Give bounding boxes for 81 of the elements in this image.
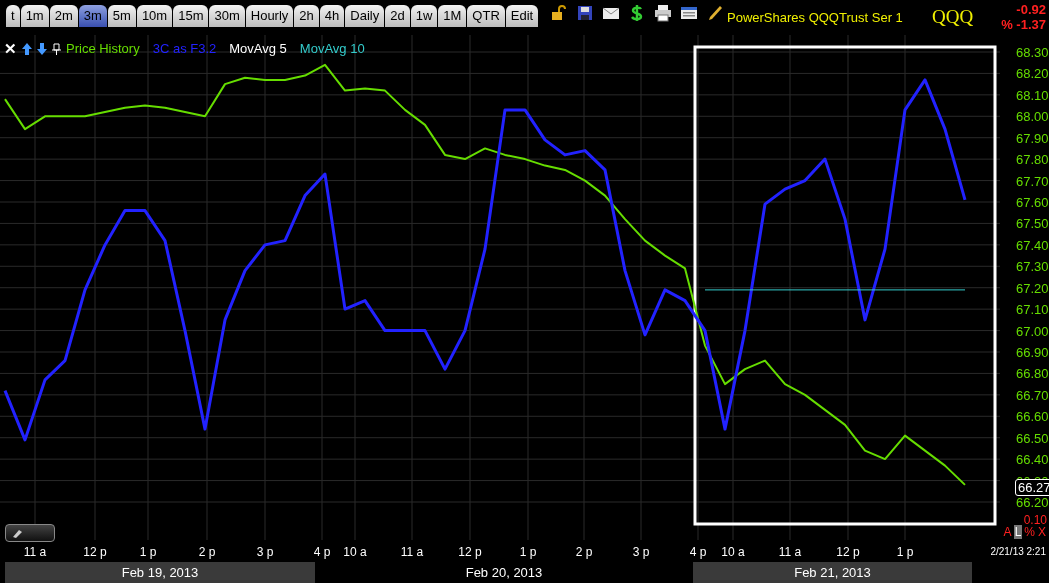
interval-tab[interactable]: Edit [505, 5, 539, 27]
interval-tab[interactable]: 10m [136, 5, 173, 27]
axis-label: 68.30 [1016, 45, 1049, 60]
time-label: 11 a [23, 544, 47, 561]
time-label: 2 p [198, 544, 216, 561]
time-label: 12 p [836, 544, 860, 561]
percent-change: % -1.37 [1001, 17, 1046, 32]
axis-label: 66.60 [1016, 409, 1049, 425]
axis-label: 67.50 [1016, 216, 1049, 232]
axis-label: 67.70 [1016, 173, 1049, 189]
interval-tab[interactable]: 1m [20, 5, 49, 27]
time-label: 11 a [778, 544, 802, 561]
brush-icon [12, 528, 24, 538]
axis-label: 66.40 [1016, 452, 1049, 468]
axis-label: 67.60 [1016, 195, 1049, 210]
pencil-icon[interactable] [706, 4, 725, 22]
last-price-tag: 66.27 [1015, 479, 1049, 496]
interval-tab[interactable]: 1M [438, 5, 467, 27]
axis-label: 67.90 [1016, 130, 1049, 146]
time-label: 1 p [519, 544, 537, 561]
time-label: 4 p [313, 544, 331, 561]
security-name: PowerShares QQQTrust Ser 1 [727, 9, 903, 27]
lock-icon[interactable] [550, 4, 569, 22]
date-band: Feb 19, 2013 [5, 562, 315, 583]
time-label: 12 p [83, 544, 107, 561]
interval-tab[interactable]: 15m [173, 5, 209, 27]
scale-toggle[interactable]: % [1023, 525, 1036, 539]
time-label: 4 p [689, 544, 707, 561]
save-icon[interactable] [576, 4, 595, 22]
axis-label: 66.70 [1016, 387, 1049, 403]
price-change: -0.92 [1016, 2, 1046, 17]
legend-item[interactable]: Price History [66, 39, 140, 59]
time-label: 3 p [256, 544, 274, 561]
interval-tab[interactable]: QTR [467, 5, 505, 27]
axis-label: 67.80 [1016, 152, 1049, 168]
time-label: 10 a [721, 544, 745, 561]
window-icon[interactable] [680, 4, 699, 22]
ticker-symbol: QQQ [932, 5, 974, 29]
interval-tab[interactable]: 2h [294, 5, 319, 27]
legend-item[interactable]: MovAvg 5 [229, 39, 287, 59]
interval-tab[interactable]: 2d [385, 5, 410, 27]
axis-label: 67.10 [1016, 302, 1049, 318]
axis-label: 66.20 [1016, 495, 1049, 510]
time-label: 12 p [458, 544, 482, 561]
interval-tab[interactable]: 5m [107, 5, 136, 27]
axis-label: 68.00 [1016, 109, 1049, 125]
scroll-button[interactable] [5, 524, 55, 542]
pin-icon[interactable] [52, 42, 61, 55]
axis-label: 67.30 [1016, 259, 1049, 275]
scale-toggle[interactable]: X [1037, 525, 1047, 539]
axis-label: 66.80 [1016, 366, 1049, 382]
interval-tab[interactable]: 2m [49, 5, 78, 27]
interval-tab[interactable]: t [6, 5, 20, 27]
time-label: 3 p [632, 544, 650, 561]
interval-tab[interactable]: 3m [78, 5, 107, 27]
up-arrow-icon[interactable] [22, 42, 32, 55]
date-band: Feb 21, 2013 [693, 562, 972, 583]
axis-label: 67.40 [1016, 237, 1049, 253]
close-icon[interactable]: ✕ [4, 41, 17, 57]
time-label: 1 p [896, 544, 914, 561]
interval-tab[interactable]: Daily [345, 5, 385, 27]
scale-toggle[interactable]: L [1013, 525, 1023, 539]
axis-label: 66.50 [1016, 430, 1049, 446]
legend-item[interactable]: MovAvg 10 [299, 39, 365, 59]
interval-tab[interactable]: Hourly [245, 5, 294, 27]
timestamp: 2/21/13 2:21 [990, 545, 1046, 559]
scale-toggle[interactable]: A [1002, 525, 1013, 539]
interval-tab[interactable]: 4h [319, 5, 345, 27]
time-label: 1 p [139, 544, 157, 561]
time-label: 2 p [575, 544, 593, 561]
axis-label: 67.20 [1016, 280, 1049, 296]
axis-label: 68.10 [1016, 87, 1049, 103]
axis-label: 67.00 [1016, 323, 1049, 339]
down-arrow-icon[interactable] [37, 42, 47, 55]
interval-tab[interactable]: 30m [209, 5, 245, 27]
time-label: 11 a [400, 544, 424, 561]
axis-label: 68.20 [1016, 66, 1049, 82]
interval-tab[interactable]: 1w [410, 5, 438, 27]
printer-icon[interactable] [654, 4, 673, 22]
axis-label: 66.90 [1016, 345, 1049, 360]
time-label: 10 a [343, 544, 367, 561]
